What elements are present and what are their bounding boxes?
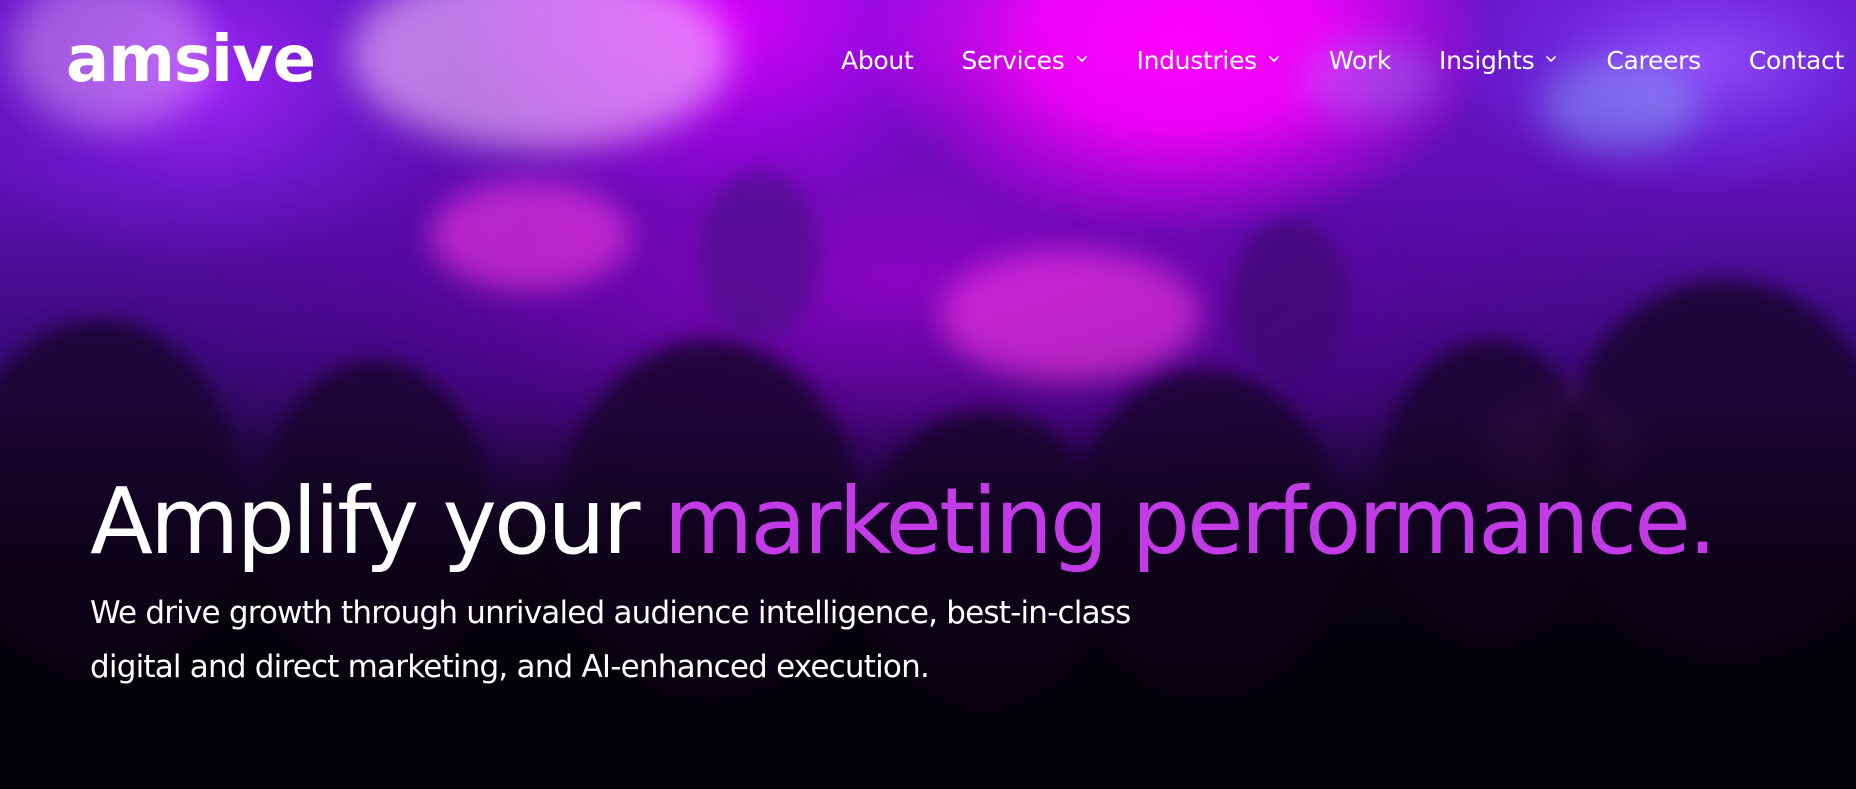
crowd-silhouette: [1230, 220, 1350, 380]
background-glow: [940, 250, 1200, 380]
hero-subhead: We drive growth through unrivaled audien…: [90, 595, 1131, 685]
headline-accent: marketing performance.: [663, 468, 1717, 575]
crowd-silhouette: [700, 170, 820, 340]
chevron-down-icon: [1076, 55, 1087, 62]
hero-headline: Amplify your marketing performance.: [90, 470, 1810, 573]
chevron-down-icon: [1269, 55, 1279, 62]
background-glow: [430, 180, 630, 290]
nav-item-label: About: [841, 46, 914, 75]
nav-item-services[interactable]: Services: [961, 46, 1088, 75]
nav-item-careers[interactable]: Careers: [1606, 46, 1701, 75]
amsive-logo[interactable]: amsive: [66, 28, 316, 92]
nav-item-label: Insights: [1439, 46, 1535, 75]
nav-item-label: Contact: [1748, 46, 1844, 75]
hero-content: Amplify your marketing performance. We d…: [90, 470, 1810, 695]
nav-item-industries[interactable]: Industries: [1137, 46, 1281, 75]
site-header: amsive About Services Industries Work In…: [0, 0, 1856, 130]
nav-item-contact[interactable]: Contact: [1749, 46, 1844, 75]
nav-item-label: Industries: [1136, 46, 1258, 75]
nav-item-insights[interactable]: Insights: [1439, 46, 1558, 75]
nav-item-label: Services: [961, 46, 1065, 75]
main-nav: About Services Industries Work Insights: [841, 46, 1844, 75]
headline-lead: Amplify your: [90, 468, 664, 575]
nav-item-label: Work: [1328, 46, 1391, 75]
nav-item-label: Careers: [1606, 46, 1701, 75]
chevron-down-icon: [1546, 55, 1557, 62]
hero-section: amsive About Services Industries Work In…: [0, 0, 1856, 789]
nav-item-about[interactable]: About: [841, 46, 914, 75]
nav-item-work[interactable]: Work: [1329, 46, 1391, 75]
